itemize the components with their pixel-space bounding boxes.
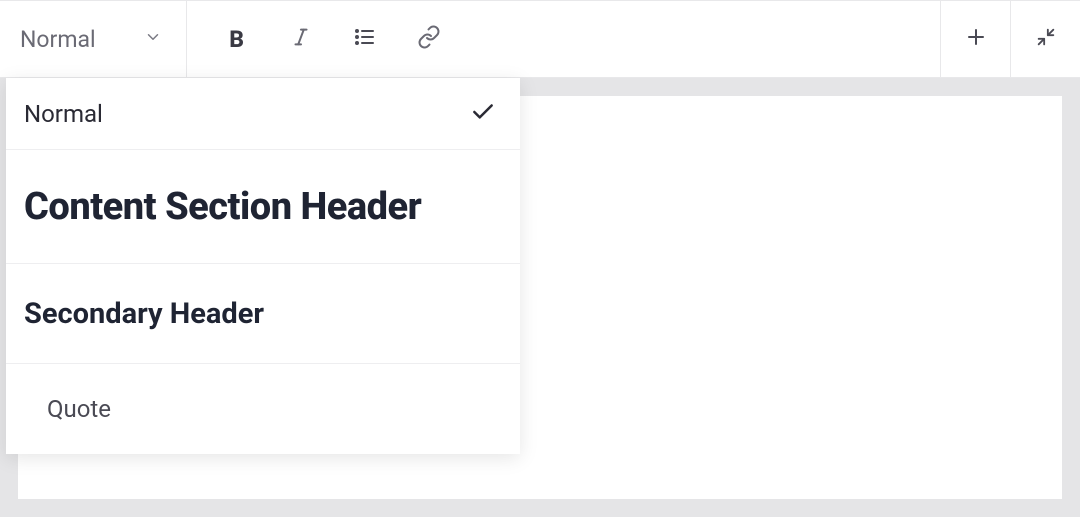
collapse-button[interactable] [1010,1,1080,77]
link-button[interactable] [415,25,443,53]
toolbar-right-group [940,1,1080,77]
check-icon [470,99,496,129]
style-option-label: Quote [44,395,111,423]
bullet-list-button[interactable] [351,25,379,53]
bold-icon: B [229,26,244,53]
collapse-icon [1035,26,1057,52]
text-style-label: Normal [20,26,96,53]
style-option-label: Content Section Header [24,185,421,229]
italic-button[interactable] [287,25,315,53]
plus-icon [964,25,988,53]
style-option-label: Secondary Header [24,297,264,331]
add-button[interactable] [940,1,1010,77]
text-style-dropdown: Normal Content Section Header Secondary … [6,78,520,454]
style-option-normal[interactable]: Normal [6,78,520,150]
style-option-quote[interactable]: Quote [6,364,520,454]
bold-button[interactable]: B [223,25,251,53]
text-style-selector[interactable]: Normal [0,1,187,77]
link-icon [417,25,441,53]
style-option-label: Normal [24,100,103,128]
style-option-secondary-header[interactable]: Secondary Header [6,264,520,364]
editor-toolbar: Normal B [0,0,1080,78]
style-option-content-section-header[interactable]: Content Section Header [6,150,520,264]
list-icon [353,25,377,53]
format-buttons-group: B [187,1,443,77]
chevron-down-icon [144,28,162,50]
italic-icon [290,26,312,52]
